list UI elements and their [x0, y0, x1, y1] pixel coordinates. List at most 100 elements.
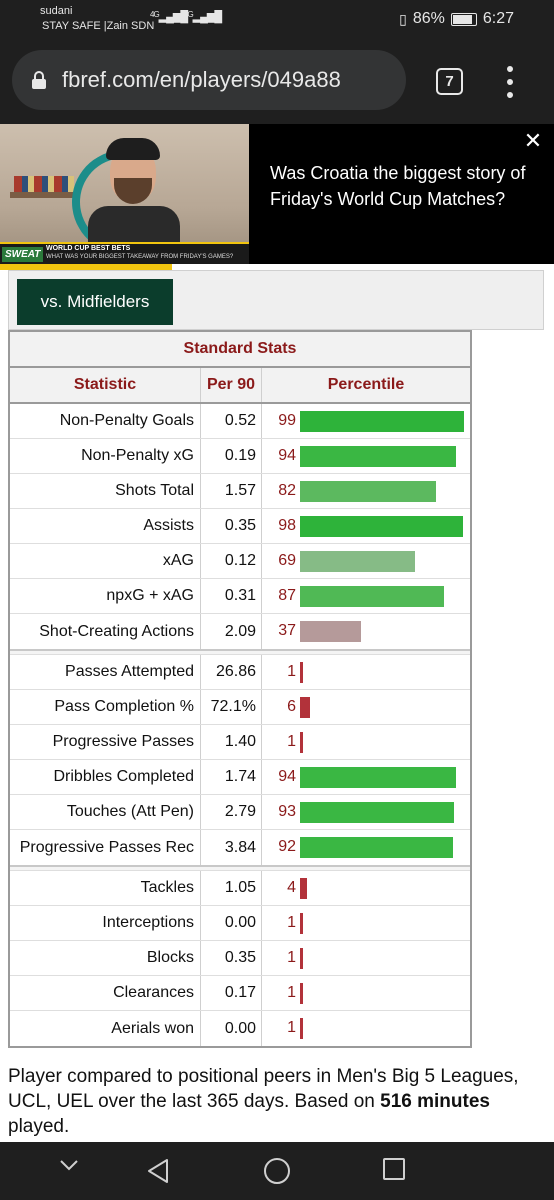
table-row[interactable]: Tackles 1.05 4	[10, 871, 470, 906]
stat-per90: 0.19	[201, 439, 262, 473]
stat-percentile-cell: 1	[262, 1011, 470, 1046]
table-row[interactable]: Clearances 0.17 1	[10, 976, 470, 1011]
stat-name: Non-Penalty Goals	[10, 404, 201, 438]
standard-stats-table: Standard Stats Statistic Per 90 Percenti…	[8, 330, 472, 1048]
stat-percentile-cell: 69	[262, 544, 470, 578]
stat-per90: 0.35	[201, 941, 262, 975]
stat-percentile-cell: 92	[262, 830, 470, 865]
stat-name: Clearances	[10, 976, 201, 1010]
percentile-value: 99	[278, 412, 296, 429]
close-icon[interactable]: ✕	[522, 130, 544, 152]
percentile-value: 37	[278, 622, 296, 639]
ad-banner-subtitle: WHAT WAS YOUR BIGGEST TAKEAWAY FROM FRID…	[46, 254, 234, 260]
stat-percentile-cell: 4	[262, 871, 470, 905]
vibrate-icon: ▯	[399, 10, 407, 27]
stat-percentile-cell: 98	[262, 509, 470, 543]
network-type-2: 3G	[184, 10, 194, 19]
url-text[interactable]: fbref.com/en/players/049a88	[62, 67, 341, 93]
stat-per90: 3.84	[201, 830, 262, 865]
percentile-bar	[300, 662, 303, 683]
stat-name: xAG	[10, 544, 201, 578]
percentile-bar	[300, 948, 303, 969]
lock-icon	[32, 71, 46, 89]
table-row[interactable]: Pass Completion % 72.1% 6	[10, 690, 470, 725]
table-row[interactable]: Passes Attempted 26.86 1	[10, 655, 470, 690]
table-row[interactable]: Progressive Passes 1.40 1	[10, 725, 470, 760]
percentile-bar	[300, 516, 463, 537]
table-row[interactable]: Shot-Creating Actions 2.09 37	[10, 614, 470, 649]
chevron-down-icon[interactable]	[58, 1154, 80, 1176]
signal-bars-icon: ▂▄▆█	[158, 11, 188, 23]
ad-lower-third: SWEAT WORLD CUP BEST BETS WHAT WAS YOUR …	[0, 242, 249, 264]
percentile-bar	[300, 621, 361, 642]
bookshelf	[10, 192, 80, 198]
stat-name: Progressive Passes	[10, 725, 201, 759]
percentile-bar	[300, 802, 454, 823]
stat-percentile-cell: 82	[262, 474, 470, 508]
stat-name: Assists	[10, 509, 201, 543]
stat-name: Shot-Creating Actions	[10, 614, 201, 649]
header-statistic[interactable]: Statistic	[10, 368, 201, 402]
table-header-row: Statistic Per 90 Percentile	[10, 368, 470, 404]
table-row[interactable]: Non-Penalty xG 0.19 94	[10, 439, 470, 474]
percentile-bar	[300, 837, 453, 858]
table-row[interactable]: Shots Total 1.57 82	[10, 474, 470, 509]
video-ad[interactable]: SWEAT WORLD CUP BEST BETS WHAT WAS YOUR …	[0, 124, 554, 264]
ad-video-thumbnail[interactable]: SWEAT WORLD CUP BEST BETS WHAT WAS YOUR …	[0, 124, 249, 264]
stat-per90: 0.00	[201, 906, 262, 940]
table-row[interactable]: xAG 0.12 69	[10, 544, 470, 579]
table-row[interactable]: Non-Penalty Goals 0.52 99	[10, 404, 470, 439]
stat-percentile-cell: 1	[262, 655, 470, 689]
stat-per90: 0.31	[201, 579, 262, 613]
home-icon[interactable]	[264, 1158, 290, 1184]
address-bar[interactable]: fbref.com/en/players/049a88	[12, 50, 406, 110]
stat-name: Touches (Att Pen)	[10, 795, 201, 829]
table-row[interactable]: Blocks 0.35 1	[10, 941, 470, 976]
stat-percentile-cell: 37	[262, 614, 470, 649]
percentile-value: 82	[278, 482, 296, 499]
stat-per90: 2.79	[201, 795, 262, 829]
percentile-bar	[300, 446, 456, 467]
header-per90[interactable]: Per 90	[201, 368, 262, 402]
table-row[interactable]: Touches (Att Pen) 2.79 93	[10, 795, 470, 830]
stat-name: Pass Completion %	[10, 690, 201, 724]
percentile-value: 87	[278, 587, 296, 604]
back-icon[interactable]	[146, 1158, 170, 1184]
stat-percentile-cell: 94	[262, 760, 470, 794]
ad-headline[interactable]: Was Croatia the biggest story of Friday'…	[270, 160, 540, 212]
stat-per90: 0.00	[201, 1011, 262, 1046]
percentile-bar	[300, 767, 456, 788]
table-row[interactable]: Assists 0.35 98	[10, 509, 470, 544]
table-row[interactable]: Interceptions 0.00 1	[10, 906, 470, 941]
table-row[interactable]: Progressive Passes Rec 3.84 92	[10, 830, 470, 865]
stat-per90: 72.1%	[201, 690, 262, 724]
percentile-value: 1	[287, 949, 296, 966]
percentile-value: 94	[278, 768, 296, 785]
stat-group: Tackles 1.05 4 Interceptions 0.00 1 Blocks 0.35…	[10, 871, 470, 1046]
header-percentile[interactable]: Percentile	[262, 368, 470, 402]
presenter-cap	[106, 138, 160, 160]
stat-per90: 0.52	[201, 404, 262, 438]
table-row[interactable]: npxG + xAG 0.31 87	[10, 579, 470, 614]
stat-per90: 0.17	[201, 976, 262, 1010]
percentile-bar	[300, 551, 415, 572]
carrier-name: sudani	[40, 5, 73, 17]
percentile-value: 93	[278, 803, 296, 820]
stat-percentile-cell: 93	[262, 795, 470, 829]
network-type-1: 4G	[150, 10, 160, 19]
stat-per90: 1.74	[201, 760, 262, 794]
percentile-bar	[300, 697, 310, 718]
more-menu-icon[interactable]	[503, 66, 517, 98]
recents-icon[interactable]	[383, 1158, 405, 1180]
tab-switcher-button[interactable]: 7	[436, 68, 463, 95]
table-row[interactable]: Dribbles Completed 1.74 94	[10, 760, 470, 795]
signal-bars-icon-2: ▂▄▆█	[192, 11, 222, 23]
stat-percentile-cell: 94	[262, 439, 470, 473]
percentile-value: 1	[287, 663, 296, 680]
vs-midfielders-button[interactable]: vs. Midfielders	[17, 279, 173, 325]
comparison-filter: vs. Midfielders	[8, 270, 544, 330]
ad-banner-title: WORLD CUP BEST BETS	[46, 245, 131, 252]
percentile-bar	[300, 481, 436, 502]
stat-name: Dribbles Completed	[10, 760, 201, 794]
table-row[interactable]: Aerials won 0.00 1	[10, 1011, 470, 1046]
